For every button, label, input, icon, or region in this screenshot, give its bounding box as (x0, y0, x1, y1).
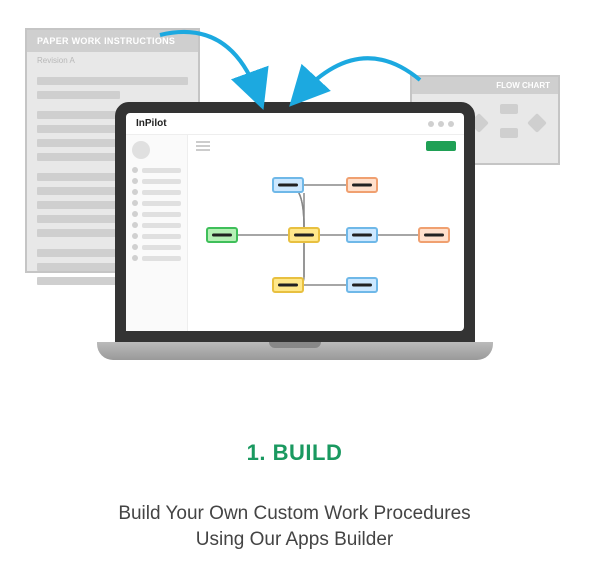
app-brand: InPilot (136, 118, 167, 129)
workflow-node (346, 227, 378, 243)
illustration-canvas: PAPER WORK INSTRUCTIONS Revision A FLOW … (0, 0, 589, 380)
avatar-icon (132, 141, 150, 159)
app-sidebar (126, 135, 188, 331)
workflow-node (272, 177, 304, 193)
section-subtitle: Build Your Own Custom Work Procedures Us… (0, 501, 589, 552)
laptop-illustration: InPilot (115, 102, 475, 360)
app-screen: InPilot (126, 113, 464, 331)
section-heading: 1. BUILD (0, 440, 589, 466)
laptop-base (97, 342, 493, 360)
workflow-node (288, 227, 320, 243)
workflow-canvas (196, 155, 456, 325)
paper-title: PAPER WORK INSTRUCTIONS (27, 30, 198, 52)
workflow-node (418, 227, 450, 243)
workflow-node (346, 277, 378, 293)
app-main (188, 135, 464, 331)
text-section: 1. BUILD Build Your Own Custom Work Proc… (0, 380, 589, 552)
menu-icon (196, 141, 210, 151)
window-controls-icon (428, 121, 454, 127)
paper-revision: Revision A (27, 52, 198, 69)
workflow-node (206, 227, 238, 243)
flowchart-title: FLOW CHART (412, 77, 558, 94)
workflow-node (346, 177, 378, 193)
workflow-node (272, 277, 304, 293)
action-button-icon (426, 141, 456, 151)
